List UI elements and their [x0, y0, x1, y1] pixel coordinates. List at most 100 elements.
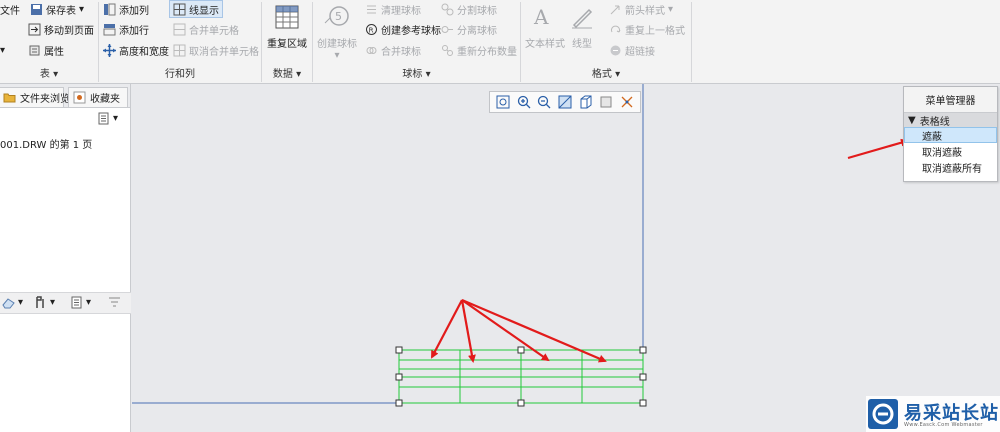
- tab-folder-browser[interactable]: 文件夹浏览...: [0, 87, 80, 107]
- folder-icon: [3, 91, 16, 104]
- ribbon: 文件 保存表 ▾ 移动到页面 ▾ 属性 表 ▾ 添加列 线显示 添加行 合并单元…: [0, 0, 1000, 84]
- svg-text:A: A: [533, 5, 549, 29]
- menu-item-unblank[interactable]: 取消遮蔽: [904, 143, 997, 159]
- merge-cells-button[interactable]: 合并单元格: [173, 20, 239, 38]
- svg-text:5: 5: [335, 10, 342, 23]
- tab-favorites[interactable]: 收藏夹: [68, 87, 128, 107]
- create-reference-balloon-button[interactable]: R 创建参考球标: [365, 20, 441, 38]
- handle[interactable]: [639, 346, 647, 354]
- group-label-rows-columns: 行和列: [165, 69, 195, 80]
- split-balloon-button[interactable]: 分割球标: [441, 0, 497, 18]
- merge-icon: [365, 44, 378, 57]
- handle[interactable]: [395, 373, 403, 381]
- redistribute-quantity-button[interactable]: 重新分布数量: [441, 41, 517, 59]
- watermark-text: 易采站长站: [904, 403, 999, 424]
- move-to-page-button[interactable]: 移动到页面: [28, 20, 94, 38]
- annotation-arrows: [431, 138, 909, 363]
- pencil-icon: [569, 4, 595, 30]
- height-width-button[interactable]: 高度和宽度: [103, 41, 169, 59]
- clean-balloons-button[interactable]: 清理球标: [365, 0, 421, 18]
- handle[interactable]: [517, 346, 525, 354]
- eraser-tool-button[interactable]: ▾: [2, 296, 23, 309]
- chevron-down-icon: ▾: [18, 297, 24, 308]
- tools-icon: [34, 296, 47, 309]
- group-label-data[interactable]: 数据 ▾: [262, 65, 312, 80]
- tools-button[interactable]: ▾: [34, 296, 55, 309]
- watermark-subtext: Www.Easck.Com Webmaster: [904, 422, 983, 428]
- unmerge-cells-button[interactable]: 取消合并单元格: [173, 41, 259, 59]
- menu-manager: 菜单管理器 ▼ 表格线 遮蔽 取消遮蔽 取消遮蔽所有: [903, 86, 998, 182]
- line-display-toggle[interactable]: 线显示: [169, 0, 223, 18]
- favorites-icon: [73, 91, 86, 104]
- annotation-arrow: [847, 138, 909, 160]
- text-style-icon: A: [532, 4, 558, 30]
- table-dropdown[interactable]: ▾: [0, 41, 5, 59]
- chevron-down-icon: ▾: [79, 3, 85, 15]
- group-table: 文件 保存表 ▾ 移动到页面 ▾ 属性 表 ▾: [0, 0, 98, 84]
- arrow-style-button[interactable]: 箭头样式 ▾: [609, 0, 673, 18]
- chevron-down-icon: ▾: [50, 297, 56, 308]
- save-icon: [30, 3, 43, 16]
- menu-item-unblank-all[interactable]: 取消遮蔽所有: [904, 159, 997, 175]
- handle[interactable]: [395, 399, 403, 407]
- panel-settings-button[interactable]: ▾: [97, 112, 118, 125]
- panel-toolbar: ▾ ▾ ▾: [0, 292, 131, 314]
- move-page-icon: [28, 23, 41, 36]
- repeat-region-button[interactable]: 重复区域: [267, 4, 307, 50]
- handle[interactable]: [639, 373, 647, 381]
- properties-button[interactable]: 属性: [28, 41, 64, 59]
- document-list-icon: [97, 112, 110, 125]
- drawing-canvas[interactable]: [132, 84, 1000, 432]
- properties-icon: [28, 44, 41, 57]
- chevron-down-icon: ▾: [0, 44, 6, 56]
- handle[interactable]: [395, 346, 403, 354]
- group-label-table[interactable]: 表 ▾: [0, 65, 98, 80]
- unmerge-cells-icon: [173, 44, 186, 57]
- annotation-arrow: [460, 299, 476, 363]
- line-style-button[interactable]: 线型: [569, 4, 595, 50]
- handle[interactable]: [639, 399, 647, 407]
- drawing-svg: [132, 84, 909, 407]
- tree-item-sheet[interactable]: 001.DRW 的第 1 页: [0, 136, 92, 151]
- group-label-balloons[interactable]: 球标 ▾: [313, 65, 520, 80]
- table-grid[interactable]: [398, 349, 644, 404]
- list-view-button[interactable]: ▾: [70, 296, 91, 309]
- hyperlink-icon: [609, 44, 622, 57]
- menu-item-blank[interactable]: 遮蔽: [904, 127, 997, 143]
- save-table-button[interactable]: 保存表 ▾: [30, 0, 84, 18]
- watermark: 易采站长站 Www.Easck.Com Webmaster: [866, 396, 1000, 432]
- menu-manager-title: 菜单管理器: [904, 87, 997, 113]
- menu-section-table-lines[interactable]: ▼ 表格线: [904, 113, 997, 128]
- detach-icon: [441, 23, 454, 36]
- create-balloon-button[interactable]: 5 创建球标 ▾: [317, 4, 357, 61]
- merge-balloons-button[interactable]: 合并球标: [365, 41, 421, 59]
- reference-balloon-icon: R: [365, 23, 378, 36]
- navigator-panel: 文件夹浏览... 收藏夹 ▾ 001.DRW 的第 1 页 ▾ ▾ ▾: [0, 84, 131, 432]
- detach-balloon-button[interactable]: 分离球标: [441, 20, 497, 38]
- add-row-button[interactable]: 添加行: [103, 20, 149, 38]
- group-label-format[interactable]: 格式 ▾: [521, 65, 691, 80]
- repeat-last-format-button[interactable]: 重复上一格式: [609, 20, 685, 38]
- resize-icon: [103, 43, 116, 57]
- split-icon: [441, 3, 454, 16]
- table-grid-icon: [274, 4, 300, 30]
- text-style-button[interactable]: A 文本样式: [525, 4, 565, 50]
- repeat-format-icon: [609, 23, 622, 36]
- eraser-icon: [2, 296, 15, 309]
- add-row-icon: [103, 23, 116, 36]
- triangle-down-icon: ▼: [908, 114, 916, 126]
- handle[interactable]: [517, 399, 525, 407]
- clean-icon: [365, 3, 378, 16]
- arrow-style-icon: [609, 3, 622, 16]
- group-rows-columns: 添加列 线显示 添加行 合并单元格 高度和宽度 取消合并单元格 行和列: [99, 0, 261, 84]
- watermark-logo-icon: [868, 399, 898, 429]
- panel-tabs: 文件夹浏览... 收藏夹: [0, 84, 130, 108]
- chevron-down-icon: ▾: [86, 297, 92, 308]
- chevron-down-icon: ▾: [334, 50, 340, 61]
- redistribute-icon: [441, 44, 454, 57]
- hyperlink-button[interactable]: 超链接: [609, 41, 655, 59]
- file-button[interactable]: 文件: [0, 0, 20, 18]
- filter-button[interactable]: [108, 296, 121, 309]
- group-balloons: 5 创建球标 ▾ 清理球标 分割球标 R 创建参考球标 分离球标 合并球标 重新…: [313, 0, 520, 84]
- add-column-button[interactable]: 添加列: [103, 0, 149, 18]
